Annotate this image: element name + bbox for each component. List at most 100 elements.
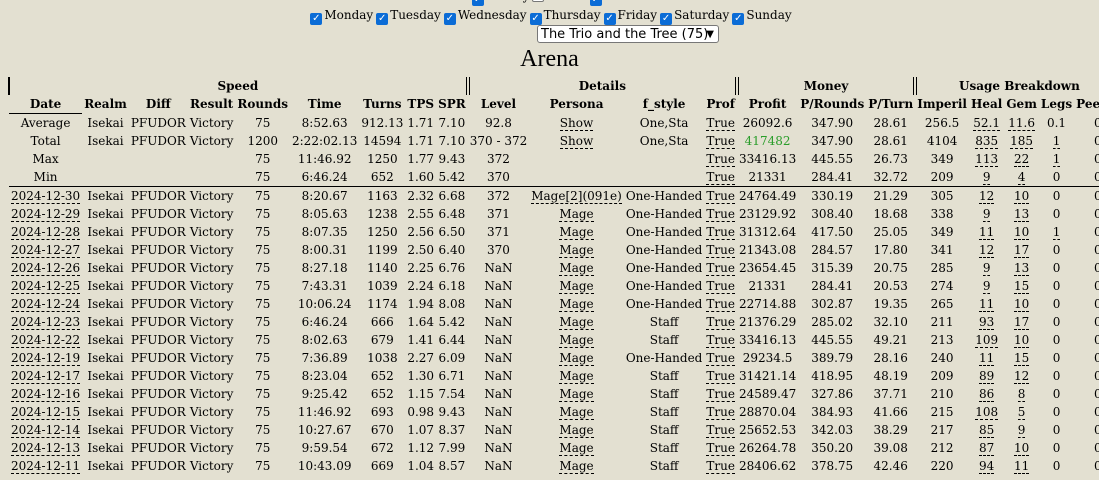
- date-link[interactable]: 2024-12-22: [11, 333, 81, 348]
- column-header[interactable]: Gem: [1004, 95, 1039, 114]
- checkbox-checked-icon[interactable]: ✓: [732, 13, 745, 25]
- cell-value[interactable]: Mage: [559, 423, 594, 438]
- cell-value[interactable]: 10: [1013, 333, 1030, 348]
- day-filter-saturday[interactable]: ✓ Saturday: [657, 8, 729, 25]
- column-header[interactable]: Realm: [82, 95, 129, 114]
- cell-value[interactable]: 5: [1017, 405, 1026, 420]
- date-link[interactable]: 2024-12-19: [11, 351, 81, 366]
- cell-value[interactable]: 108: [975, 405, 999, 420]
- date-link[interactable]: 2024-12-17: [11, 369, 81, 384]
- cell-value[interactable]: 86: [979, 387, 995, 402]
- column-header[interactable]: SPR: [436, 95, 468, 114]
- date-link[interactable]: 2024-12-14: [11, 423, 81, 438]
- checkbox-checked-icon[interactable]: ✓: [310, 13, 323, 25]
- column-header[interactable]: Diff: [129, 95, 188, 114]
- summary-value[interactable]: 185: [1010, 134, 1034, 149]
- cell-value[interactable]: 17: [1013, 243, 1030, 258]
- date-link[interactable]: 2024-12-25: [11, 279, 81, 294]
- summary-value[interactable]: 4: [1017, 170, 1026, 185]
- cell-value[interactable]: Mage: [559, 459, 594, 474]
- summary-value[interactable]: True: [706, 170, 735, 185]
- date-link[interactable]: 2024-12-30: [11, 189, 81, 204]
- day-filter-wednesday[interactable]: ✓ Wednesday: [441, 8, 527, 25]
- cell-value[interactable]: 12: [1013, 369, 1030, 384]
- cell-value[interactable]: 13: [1013, 261, 1030, 276]
- day-filter-thursday[interactable]: ✓ Thursday: [527, 8, 601, 25]
- date-link[interactable]: 2024-12-16: [11, 387, 81, 402]
- summary-value[interactable]: 1: [1052, 152, 1061, 167]
- cell-value[interactable]: Mage: [559, 351, 594, 366]
- cell-value[interactable]: Mage: [559, 279, 594, 294]
- cell-value[interactable]: True: [706, 207, 735, 222]
- cell-value[interactable]: True: [706, 441, 735, 456]
- checkbox-checked-icon[interactable]: ✓: [471, 0, 484, 6]
- cell-value[interactable]: Mage[2](091e): [531, 189, 622, 204]
- cell-value[interactable]: True: [706, 333, 735, 348]
- checkbox-checked-icon[interactable]: ✓: [603, 13, 616, 25]
- cell-value[interactable]: True: [706, 387, 735, 402]
- cell-value[interactable]: True: [706, 423, 735, 438]
- summary-value[interactable]: Show: [559, 134, 594, 149]
- cell-value[interactable]: 12: [979, 189, 995, 204]
- arena-select[interactable]: The Trio and the Tree (75) ▼: [537, 25, 719, 43]
- day-filter-friday[interactable]: ✓ Friday: [601, 8, 657, 25]
- summary-value[interactable]: 835: [975, 134, 999, 149]
- cell-value[interactable]: Mage: [559, 333, 594, 348]
- summary-value[interactable]: 113: [975, 152, 999, 167]
- cell-value[interactable]: Mage: [559, 441, 594, 456]
- cell-value[interactable]: 10: [1013, 441, 1030, 456]
- column-header[interactable]: Peer P: [1074, 95, 1099, 114]
- cell-value[interactable]: Mage: [559, 207, 594, 222]
- cell-value[interactable]: True: [706, 351, 735, 366]
- column-header[interactable]: f_style: [624, 95, 705, 114]
- cell-value[interactable]: 10: [1013, 297, 1030, 312]
- summary-value[interactable]: True: [706, 152, 735, 167]
- cell-value[interactable]: 10: [1013, 225, 1030, 240]
- column-header[interactable]: Rounds: [235, 95, 290, 114]
- checkbox-checked-icon[interactable]: ✓: [660, 13, 673, 25]
- cell-value[interactable]: 9: [982, 279, 991, 294]
- column-header[interactable]: TPS: [405, 95, 436, 114]
- date-link[interactable]: 2024-12-29: [11, 207, 81, 222]
- cell-value[interactable]: 13: [1013, 207, 1030, 222]
- cell-value[interactable]: 8: [1017, 387, 1026, 402]
- cell-value[interactable]: 87: [979, 441, 995, 456]
- cell-value[interactable]: 85: [979, 423, 995, 438]
- day-filter-sunday[interactable]: ✓ Sunday: [729, 8, 792, 25]
- cell-value[interactable]: 1: [1052, 225, 1061, 240]
- checkbox-checked-icon[interactable]: ✓: [529, 13, 542, 25]
- cell-value[interactable]: True: [706, 405, 735, 420]
- checkbox-checked-icon[interactable]: ✓: [443, 13, 456, 25]
- cell-value[interactable]: Mage: [559, 243, 594, 258]
- cell-value[interactable]: Mage: [559, 369, 594, 384]
- cell-value[interactable]: True: [706, 189, 735, 204]
- checkbox-checked-icon[interactable]: ✓: [589, 0, 602, 6]
- cell-value[interactable]: 11: [979, 297, 995, 312]
- cell-value[interactable]: True: [706, 243, 735, 258]
- cell-value[interactable]: 9: [982, 207, 991, 222]
- day-filter-tuesday[interactable]: ✓ Tuesday: [373, 8, 441, 25]
- column-header[interactable]: Profit: [737, 95, 798, 114]
- column-header[interactable]: P/Rounds: [798, 95, 866, 114]
- date-link[interactable]: 2024-12-28: [11, 225, 81, 240]
- cell-value[interactable]: Mage: [559, 405, 594, 420]
- cell-value[interactable]: Mage: [559, 315, 594, 330]
- summary-value[interactable]: True: [706, 115, 735, 131]
- date-link[interactable]: 2024-12-23: [11, 315, 81, 330]
- result-filter-victory[interactable]: ✓Victory: [469, 0, 529, 6]
- cell-value[interactable]: 15: [1013, 351, 1030, 366]
- column-header[interactable]: Legs: [1039, 95, 1074, 114]
- cell-value[interactable]: 11: [979, 225, 995, 240]
- cell-value[interactable]: 10: [1013, 189, 1030, 204]
- cell-value[interactable]: 94: [979, 459, 995, 474]
- column-header[interactable]: Time: [290, 95, 359, 114]
- column-header[interactable]: Persona: [529, 95, 624, 114]
- column-header[interactable]: P/Turn: [866, 95, 915, 114]
- result-filter-flee[interactable]: ✓Flee: [587, 0, 630, 6]
- day-filter-monday[interactable]: ✓ Monday: [307, 8, 373, 25]
- cell-value[interactable]: 109: [975, 333, 999, 348]
- checkbox-unchecked-icon[interactable]: [532, 0, 545, 2]
- date-link[interactable]: 2024-12-27: [11, 243, 81, 258]
- summary-value[interactable]: 52.1: [973, 115, 1001, 131]
- summary-value[interactable]: 22: [1013, 152, 1030, 167]
